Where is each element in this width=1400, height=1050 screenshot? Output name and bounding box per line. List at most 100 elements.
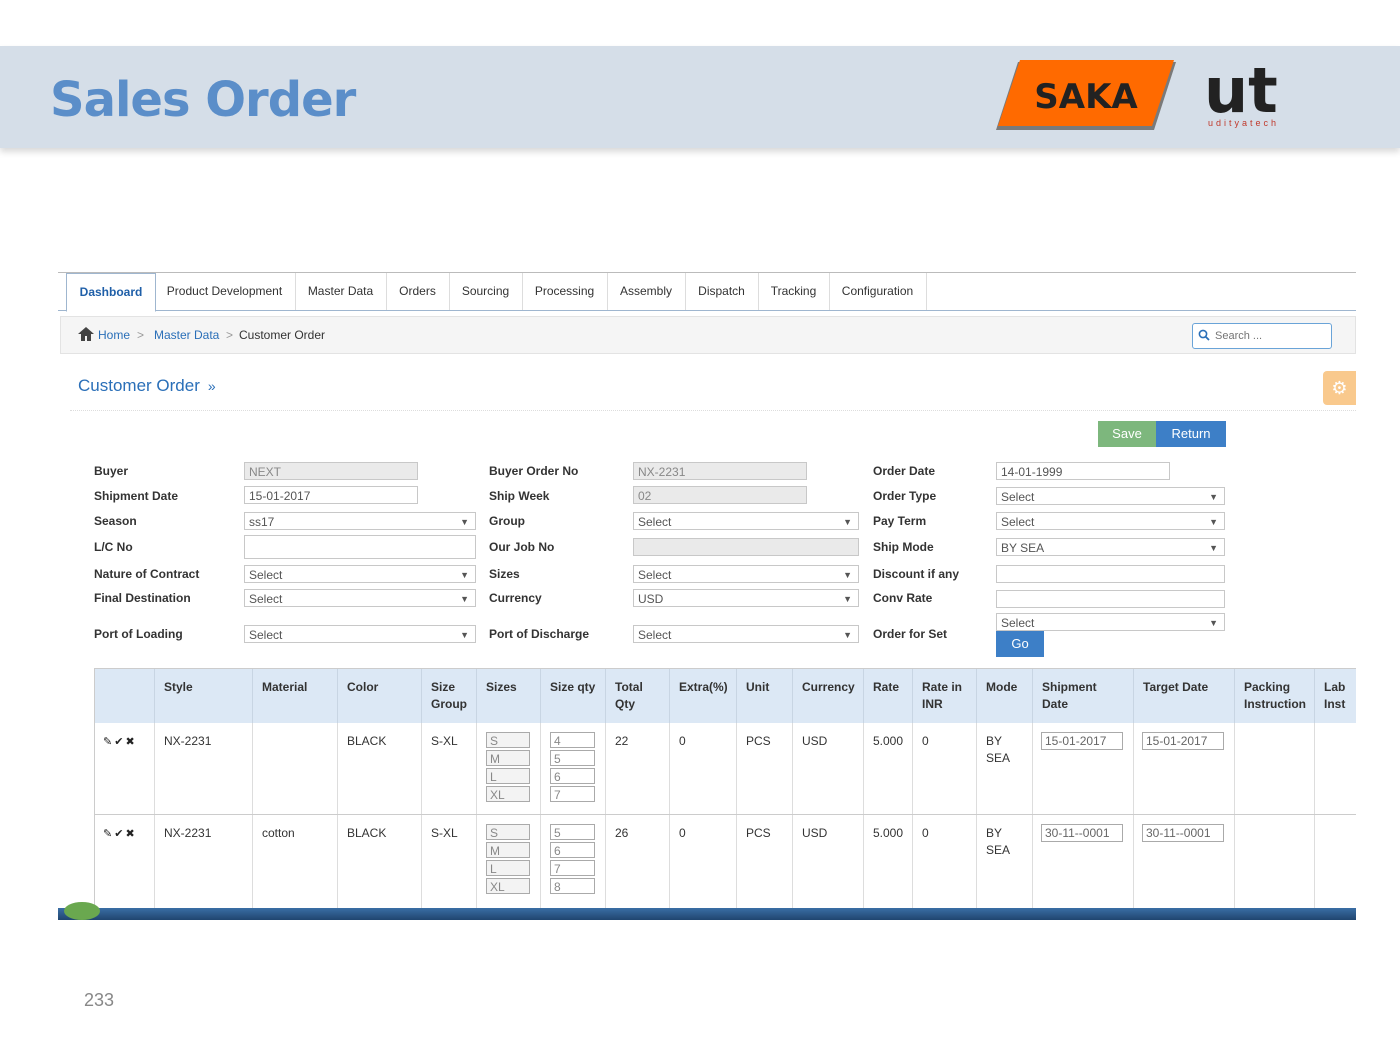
cell-size-group: S-XL [431, 734, 458, 748]
ship-week-label: Ship Week [489, 489, 550, 503]
return-button[interactable]: Return [1156, 421, 1226, 447]
cell-material: cotton [262, 826, 295, 840]
page-heading-text: Customer Order [78, 376, 200, 395]
size-label-box: XL [486, 878, 530, 894]
delete-icon[interactable]: ✖ [125, 736, 136, 748]
size-qty-input[interactable]: 8 [550, 878, 595, 894]
target-date-input[interactable]: 30-11--0001 [1142, 824, 1224, 842]
buyer-order-no-field[interactable]: NX-2231 [633, 462, 807, 480]
discount-field[interactable] [996, 565, 1225, 583]
pay-term-select[interactable]: Select [996, 512, 1225, 530]
edit-icon[interactable]: ✎ [103, 736, 114, 748]
order-type-label: Order Type [873, 489, 937, 503]
breadcrumb-home[interactable]: Home [98, 328, 130, 342]
header-size-group: Size Group [422, 669, 477, 723]
lc-no-field[interactable] [244, 535, 476, 559]
order-date-field[interactable]: 14-01-1999 [996, 462, 1170, 480]
breadcrumb-master-data[interactable]: Master Data [154, 328, 219, 342]
header-style: Style [155, 669, 253, 723]
size-qty-input[interactable]: 5 [550, 824, 595, 840]
order-for-set-select[interactable]: Select [996, 613, 1225, 631]
header-label-instruction: Lab Inst [1324, 680, 1346, 711]
shipment-date-input[interactable]: 30-11--0001 [1041, 824, 1123, 842]
check-icon[interactable]: ✔ [114, 736, 125, 748]
tab-configuration[interactable]: Configuration [829, 273, 927, 310]
tab-orders[interactable]: Orders [386, 273, 450, 310]
season-select[interactable]: ss17 [244, 512, 476, 530]
size-qty-input[interactable]: 5 [550, 750, 595, 766]
search-input[interactable] [1213, 327, 1327, 345]
cell-unit: PCS [746, 826, 771, 840]
settings-gear-button[interactable]: ⚙ [1323, 371, 1356, 405]
buyer-order-no-label: Buyer Order No [489, 464, 579, 478]
port-of-loading-select[interactable]: Select [244, 625, 476, 643]
size-qty-input[interactable]: 6 [550, 768, 595, 784]
final-destination-select[interactable]: Select [244, 589, 476, 607]
conv-rate-field[interactable] [996, 590, 1225, 608]
cell-color: BLACK [347, 734, 387, 748]
row-actions[interactable]: ✎✔✖ [103, 827, 137, 840]
nature-of-contract-label: Nature of Contract [94, 567, 200, 581]
size-qty-input[interactable]: 6 [550, 842, 595, 858]
conv-rate-label: Conv Rate [873, 591, 933, 605]
start-button-icon[interactable] [64, 902, 100, 920]
slide-page-number: 233 [84, 990, 115, 1010]
size-qty-input[interactable]: 4 [550, 732, 595, 748]
currency-select[interactable]: USD [633, 589, 859, 607]
buyer-label: Buyer [94, 464, 129, 478]
cell-extra: 0 [679, 734, 686, 748]
ship-mode-select[interactable]: BY SEA [996, 538, 1225, 556]
header-rate-inr: Rate in INR [913, 669, 977, 723]
divider [70, 410, 1356, 411]
delete-icon[interactable]: ✖ [125, 828, 136, 840]
breadcrumb-current: Customer Order [239, 328, 326, 342]
tab-tracking[interactable]: Tracking [758, 273, 830, 310]
cell-unit: PCS [746, 734, 771, 748]
nature-of-contract-select[interactable]: Select [244, 565, 476, 583]
header-packing-instruction: Packing Instruction [1235, 669, 1315, 723]
tab-dispatch[interactable]: Dispatch [685, 273, 759, 310]
edit-icon[interactable]: ✎ [103, 828, 114, 840]
search-box [1192, 323, 1332, 349]
order-date-label: Order Date [873, 464, 936, 478]
save-button[interactable]: Save [1098, 421, 1156, 447]
header-extra: Extra(%) [670, 669, 737, 723]
header-rate: Rate [864, 669, 913, 723]
size-qty-input[interactable]: 7 [550, 860, 595, 876]
cell-color: BLACK [347, 826, 387, 840]
tab-master-data[interactable]: Master Data [295, 273, 387, 310]
go-button[interactable]: Go [996, 631, 1044, 657]
cell-rate-inr: 0 [922, 826, 929, 840]
currency-label: Currency [489, 591, 542, 605]
size-qty-input[interactable]: 7 [550, 786, 595, 802]
cell-size-group: S-XL [431, 826, 458, 840]
shipment-date-field[interactable]: 15-01-2017 [244, 486, 418, 504]
search-icon [1198, 329, 1210, 341]
tab-product-development[interactable]: Product Development [154, 273, 296, 310]
lc-no-label: L/C No [94, 540, 133, 554]
shipment-date-input[interactable]: 15-01-2017 [1041, 732, 1123, 750]
buyer-field[interactable]: NEXT [244, 462, 418, 480]
header-size-qty: Size qty [541, 669, 606, 723]
cell-style: NX-2231 [164, 826, 212, 840]
our-job-no-field[interactable] [633, 538, 859, 556]
port-of-discharge-select[interactable]: Select [633, 625, 859, 643]
order-type-select[interactable]: Select [996, 487, 1225, 505]
header-color: Color [338, 669, 422, 723]
group-select[interactable]: Select [633, 512, 859, 530]
cell-mode: BY [986, 734, 1003, 748]
tab-sourcing[interactable]: Sourcing [449, 273, 523, 310]
row-actions[interactable]: ✎✔✖ [103, 735, 137, 748]
season-label: Season [94, 514, 137, 528]
port-of-discharge-label: Port of Discharge [489, 627, 590, 641]
tab-assembly[interactable]: Assembly [607, 273, 686, 310]
tab-processing[interactable]: Processing [522, 273, 608, 310]
home-icon[interactable] [78, 327, 94, 341]
main-nav: Dashboard Product Development Master Dat… [58, 272, 1356, 312]
check-icon[interactable]: ✔ [114, 828, 125, 840]
os-taskbar [58, 902, 1356, 920]
sizes-select[interactable]: Select [633, 565, 859, 583]
tab-dashboard[interactable]: Dashboard [66, 273, 156, 312]
target-date-input[interactable]: 15-01-2017 [1142, 732, 1224, 750]
ship-week-field[interactable]: 02 [633, 486, 807, 504]
